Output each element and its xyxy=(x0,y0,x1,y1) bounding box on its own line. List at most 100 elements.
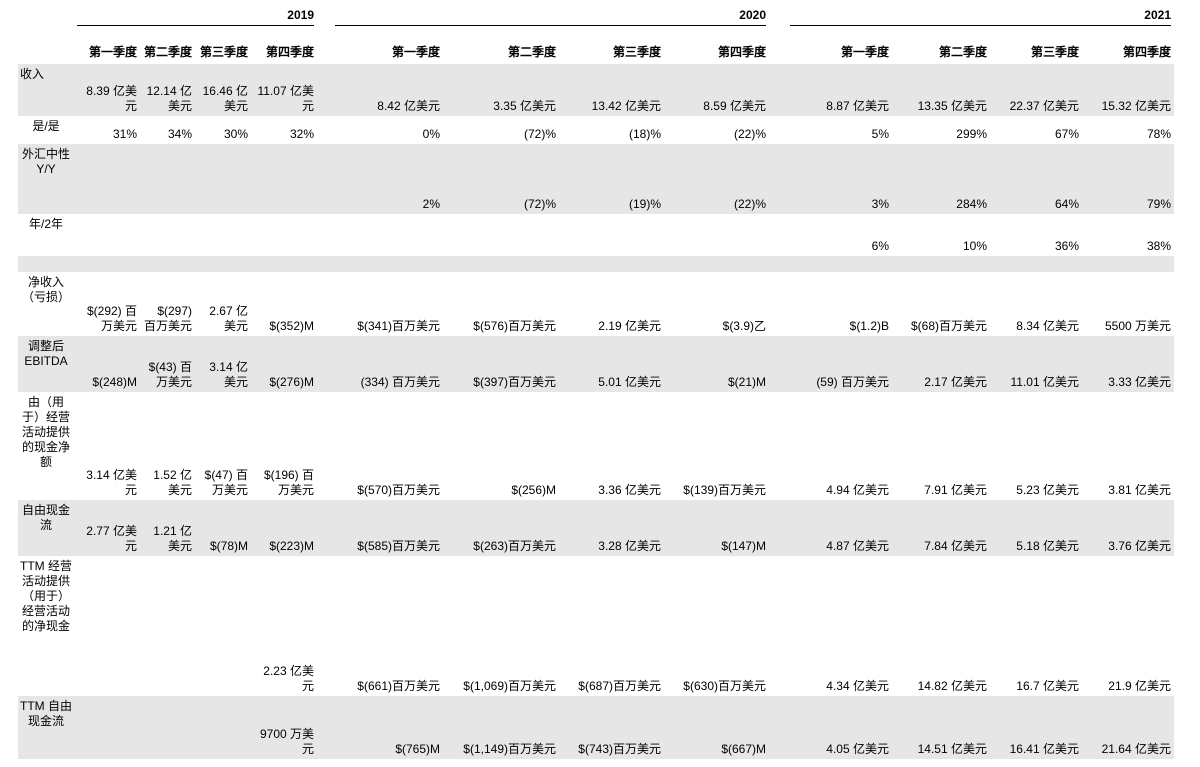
table-cell xyxy=(332,214,443,256)
table-cell: 3.14 亿美元 xyxy=(195,336,251,392)
table-cell: 2.19 亿美元 xyxy=(598,319,661,333)
table-cell: 5500 万美元 xyxy=(1104,319,1171,333)
table-cell xyxy=(195,696,251,759)
table-cell: $(196) 百万美元 xyxy=(263,468,314,497)
table-row: 净收入（亏损） $(292) 百万美元 $(297) 百万美元 2.67 亿美元 $(3… xyxy=(18,272,1174,336)
table-cell: 9700 万美元 xyxy=(251,696,317,759)
table-cell: 14.82 亿美元 xyxy=(917,679,987,693)
table-cell: (334) 百万美元 xyxy=(332,336,443,392)
table-cell: 11.07 亿美元 xyxy=(251,64,317,116)
quarter-header: 第二季度 xyxy=(507,45,556,59)
table-cell xyxy=(140,696,195,759)
table-row: 年/2年 6% 10% 36% 38% xyxy=(18,214,1174,256)
table-cell: 13.42 亿美元 xyxy=(559,64,664,116)
table-cell: 64% xyxy=(990,144,1082,214)
row-label: 收入 xyxy=(18,64,74,116)
table-cell: 79% xyxy=(1082,144,1174,214)
table-cell xyxy=(74,256,140,272)
table-cell: 38% xyxy=(1146,239,1171,253)
table-cell xyxy=(1082,256,1174,272)
table-cell: 2% xyxy=(332,144,443,214)
table-cell xyxy=(195,214,251,256)
table-cell: 3.35 亿美元 xyxy=(443,64,559,116)
table-cell: $(352)M xyxy=(269,319,314,333)
table-cell: 7.91 亿美元 xyxy=(924,483,987,497)
table-cell: 22.37 亿美元 xyxy=(990,64,1082,116)
quarter-header: 第四季度 xyxy=(717,45,766,59)
table-cell: 4.87 亿美元 xyxy=(787,500,892,556)
table-cell: 30% xyxy=(223,127,248,141)
table-cell: 21.9 亿美元 xyxy=(1108,679,1171,693)
table-cell: 1.21 亿美元 xyxy=(140,500,195,556)
table-cell: 8.87 亿美元 xyxy=(787,64,892,116)
table-cell: $(21)M xyxy=(664,336,769,392)
table-cell: 5% xyxy=(871,127,889,141)
table-cell: 2.77 亿美元 xyxy=(74,500,140,556)
table-cell xyxy=(74,144,140,214)
table-cell xyxy=(664,214,769,256)
table-cell: 5.23 亿美元 xyxy=(1016,483,1079,497)
table-cell: 8.42 亿美元 xyxy=(332,64,443,116)
row-label: 自由现金流 xyxy=(18,500,74,556)
table-cell: $(248)M xyxy=(74,336,140,392)
table-cell: $(292) 百万美元 xyxy=(86,304,137,333)
table-cell xyxy=(892,256,990,272)
table-cell: 6% xyxy=(871,239,889,253)
table-row: 收入 8.39 亿美元 12.14 亿美元 16.46 亿美元 11.07 亿美元 8.4… xyxy=(18,64,1174,116)
table-cell: 12.14 亿美元 xyxy=(140,64,195,116)
table-cell: 32% xyxy=(289,127,314,141)
table-cell: 78% xyxy=(1146,127,1171,141)
table-cell: 2.23 亿美元 xyxy=(263,664,314,693)
table-cell xyxy=(195,556,251,696)
table-cell xyxy=(251,144,317,214)
table-cell: 4.34 亿美元 xyxy=(826,679,889,693)
quarter-header: 第二季度 xyxy=(143,45,192,59)
table-cell: $(661)百万美元 xyxy=(357,679,440,693)
table-cell: $(68)百万美元 xyxy=(910,319,987,333)
table-cell: $(743)百万美元 xyxy=(559,696,664,759)
table-cell: 2.17 亿美元 xyxy=(892,336,990,392)
table-cell: 299% xyxy=(956,127,987,141)
table-cell: 8.34 亿美元 xyxy=(1016,319,1079,333)
table-cell xyxy=(559,256,664,272)
table-cell xyxy=(990,256,1082,272)
table-cell xyxy=(251,214,317,256)
table-cell xyxy=(559,214,664,256)
row-label: TTM 自由现金流 xyxy=(18,696,74,759)
quarter-header: 第四季度 xyxy=(1122,45,1171,59)
table-cell xyxy=(74,556,140,696)
table-cell xyxy=(140,556,195,696)
table-cell: 16.7 亿美元 xyxy=(1016,679,1079,693)
quarter-header: 第四季度 xyxy=(265,45,314,59)
table-cell: $(397)百万美元 xyxy=(443,336,559,392)
row-label: 是/是 xyxy=(32,119,60,133)
table-cell: 3.33 亿美元 xyxy=(1082,336,1174,392)
table-cell: 3.14 亿美元 xyxy=(86,468,137,497)
table-row xyxy=(18,256,1174,272)
year-header-2019: 2019 xyxy=(74,0,317,26)
table-cell: 21.64 亿美元 xyxy=(1082,696,1174,759)
table-cell: 1.52 亿美元 xyxy=(153,468,192,497)
table-cell: 3.28 亿美元 xyxy=(559,500,664,556)
table-cell: $(43) 百万美元 xyxy=(140,336,195,392)
table-cell: $(585)百万美元 xyxy=(332,500,443,556)
year-header-2021: 2021 xyxy=(787,0,1174,26)
table-cell: 3.76 亿美元 xyxy=(1082,500,1174,556)
table-cell: 7.84 亿美元 xyxy=(892,500,990,556)
table-cell: $(687)百万美元 xyxy=(578,679,661,693)
table-cell: 3.36 亿美元 xyxy=(598,483,661,497)
quarter-header: 第三季度 xyxy=(612,45,661,59)
table-cell: 34% xyxy=(167,127,192,141)
table-cell: (19)% xyxy=(559,144,664,214)
table-cell xyxy=(74,214,140,256)
table-cell: 3.81 亿美元 xyxy=(1108,483,1171,497)
row-label: 由（用于）经营活动提供的现金净额 xyxy=(21,395,70,469)
table-cell xyxy=(140,256,195,272)
table-cell: $(1.2)B xyxy=(849,319,889,333)
corner-cell xyxy=(18,0,74,26)
table-row: 是/是 31% 34% 30% 32% 0% (72)% (18)% (22)% 5% 299% 67… xyxy=(18,116,1174,144)
table-cell xyxy=(787,256,892,272)
table-cell: $(576)百万美元 xyxy=(473,319,556,333)
table-cell: 5.18 亿美元 xyxy=(990,500,1082,556)
quarter-header: 第三季度 xyxy=(1030,45,1079,59)
